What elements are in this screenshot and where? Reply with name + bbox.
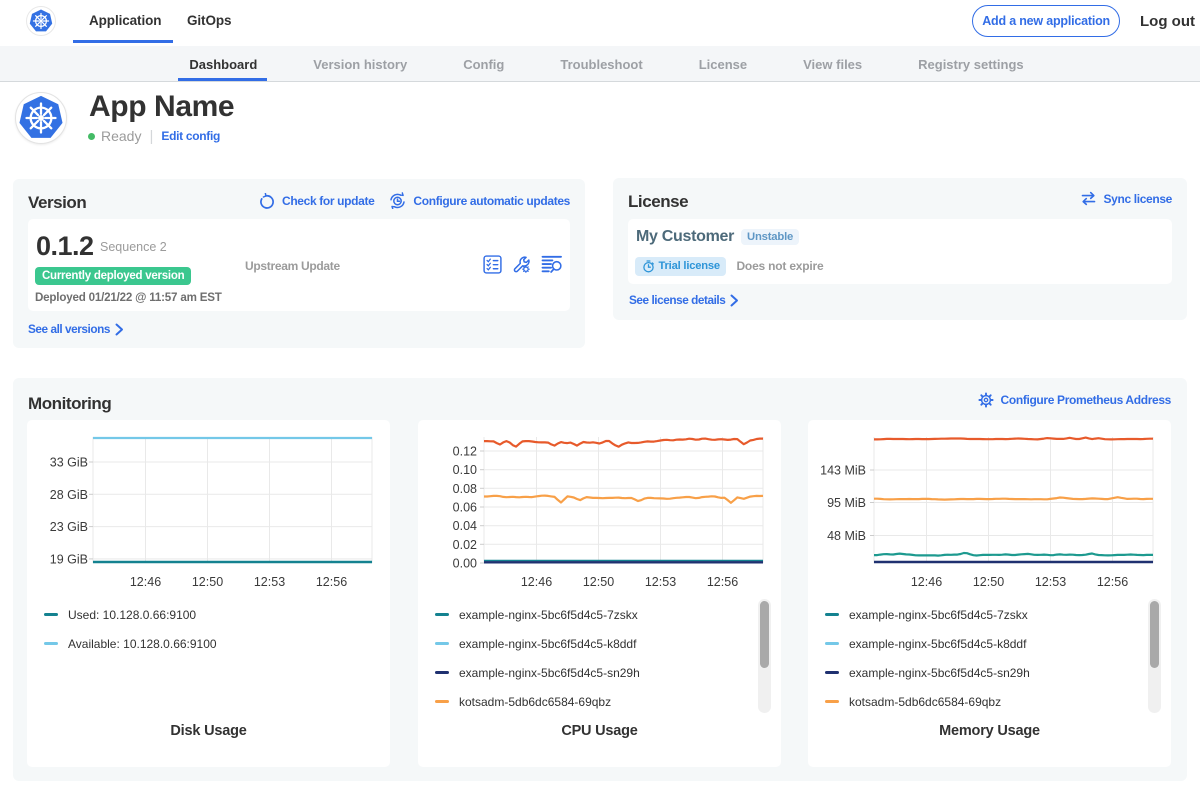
svg-text:28 GiB: 28 GiB xyxy=(50,488,88,502)
svg-text:48 MiB: 48 MiB xyxy=(827,529,866,543)
svg-text:0.06: 0.06 xyxy=(453,501,477,515)
svg-text:12:56: 12:56 xyxy=(316,575,347,589)
svg-text:12:50: 12:50 xyxy=(973,575,1004,589)
svg-text:12:50: 12:50 xyxy=(583,575,614,589)
svg-text:0.08: 0.08 xyxy=(453,482,477,496)
svg-text:19 GiB: 19 GiB xyxy=(50,552,88,566)
svg-text:12:56: 12:56 xyxy=(1097,575,1128,589)
svg-text:23 GiB: 23 GiB xyxy=(50,520,88,534)
svg-text:12:53: 12:53 xyxy=(254,575,285,589)
svg-text:0.04: 0.04 xyxy=(453,519,477,533)
svg-text:12:50: 12:50 xyxy=(192,575,223,589)
svg-text:95 MiB: 95 MiB xyxy=(827,496,866,510)
svg-text:12:53: 12:53 xyxy=(1035,575,1066,589)
svg-text:143 MiB: 143 MiB xyxy=(820,464,866,478)
svg-text:12:53: 12:53 xyxy=(645,575,676,589)
svg-text:33 GiB: 33 GiB xyxy=(50,456,88,470)
svg-text:12:46: 12:46 xyxy=(130,575,161,589)
svg-text:12:46: 12:46 xyxy=(911,575,942,589)
svg-text:0.12: 0.12 xyxy=(453,445,477,459)
svg-text:12:56: 12:56 xyxy=(707,575,738,589)
svg-text:0.00: 0.00 xyxy=(453,557,477,571)
svg-text:12:46: 12:46 xyxy=(521,575,552,589)
svg-text:0.02: 0.02 xyxy=(453,538,477,552)
svg-text:0.10: 0.10 xyxy=(453,463,477,477)
